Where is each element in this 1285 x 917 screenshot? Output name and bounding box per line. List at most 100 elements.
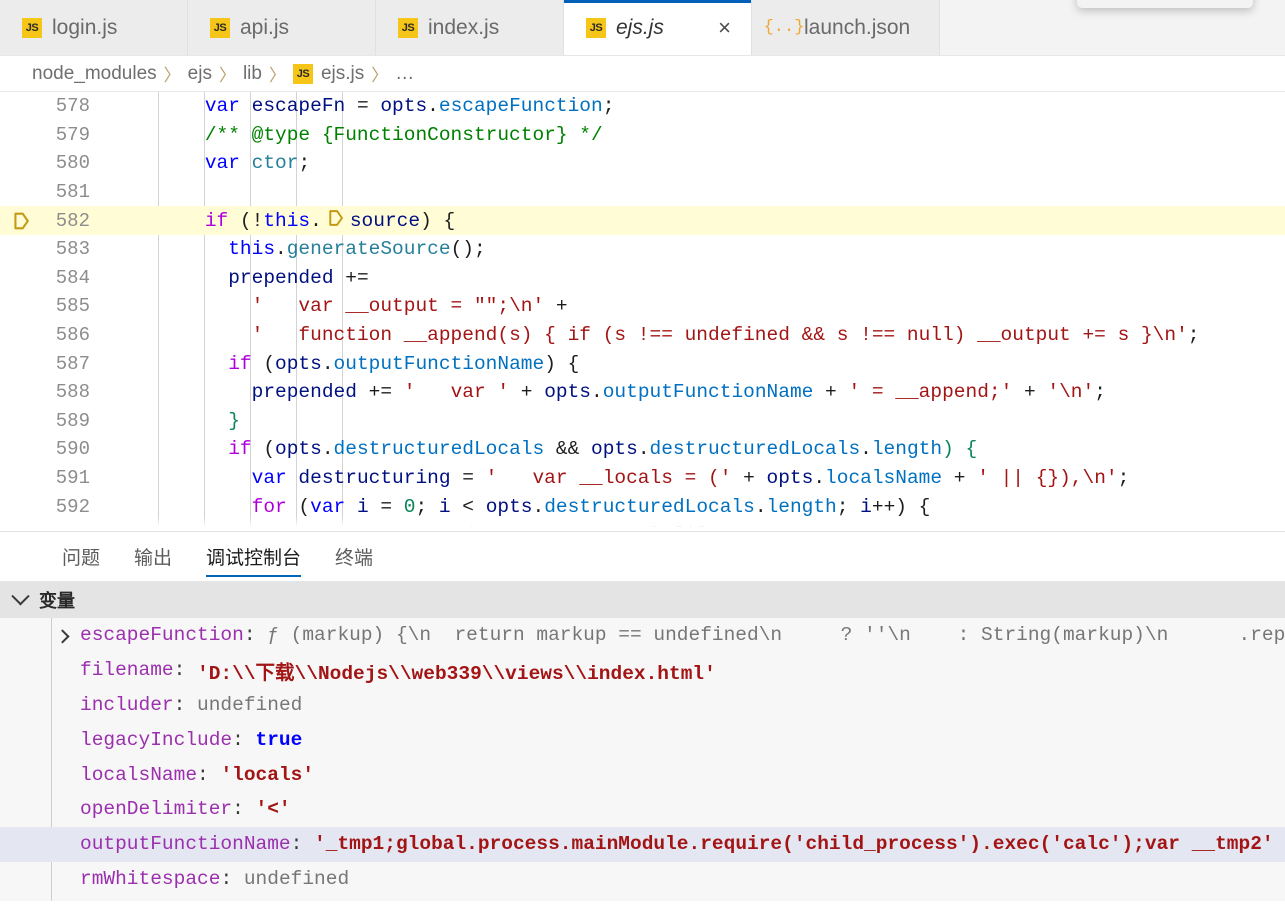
editor-tab-ejs-js[interactable]: JS ejs.js × xyxy=(564,0,752,55)
variable-value: undefined xyxy=(243,867,350,890)
panel-tab-1[interactable]: 输出 xyxy=(134,532,172,582)
breadcrumb-separator-icon: 〉 xyxy=(268,66,286,85)
variable-row[interactable]: localsName: 'locals' xyxy=(0,757,1285,792)
tab-label: api.js xyxy=(240,15,290,39)
line-number-gutter[interactable]: 587 xyxy=(0,353,112,375)
code-token: } xyxy=(228,409,240,432)
breadcrumb-item-node_modules[interactable]: node_modules xyxy=(32,63,157,85)
line-number-gutter[interactable]: 579 xyxy=(0,124,112,146)
code-line[interactable]: 587 if (opts.outputFunctionName) { xyxy=(0,349,1285,378)
panel-tab-0[interactable]: 问题 xyxy=(62,532,100,582)
code-line[interactable]: 578 var escapeFn = opts.escapeFunction; xyxy=(0,92,1285,121)
panel-tab-2[interactable]: 调试控制台 xyxy=(206,532,302,582)
panel-tab-bar: 问题 输出 调试控制台 终端 xyxy=(0,532,1285,582)
breadcrumb-item-ejs-js[interactable]: JS ejs.js xyxy=(292,63,364,85)
variable-value: 'D:\\下载\\Nodejs\\web339\\views\\index.ht… xyxy=(197,662,716,685)
variable-row[interactable]: includer: undefined xyxy=(0,688,1285,723)
code-token: prepended xyxy=(228,266,334,289)
line-number: 579 xyxy=(55,123,90,146)
code-token: ' || {}),\n' xyxy=(977,467,1118,490)
line-number-gutter[interactable]: 581 xyxy=(0,181,112,203)
variable-separator: : xyxy=(197,763,221,786)
code-token: ' = __append;' xyxy=(848,381,1013,404)
code-line[interactable]: 586 ' function __append(s) { if (s !== u… xyxy=(0,321,1285,350)
chevron-right-icon[interactable] xyxy=(55,629,70,644)
variable-value: '_tmp1;global.process.mainModule.require… xyxy=(314,833,1274,856)
breadcrumb-item-lib[interactable]: lib xyxy=(243,63,262,85)
code-line[interactable]: 582 if (!this. source) { xyxy=(0,206,1285,235)
code-line[interactable]: 591 var destructuring = ' var __locals =… xyxy=(0,464,1285,493)
variable-row[interactable]: escapeFunction: ƒ (markup) {\n return ma… xyxy=(0,618,1285,653)
line-number-gutter[interactable]: 578 xyxy=(0,95,112,117)
code-line[interactable]: 584 prepended += xyxy=(0,264,1285,293)
code-text: if (opts.outputFunctionName) { xyxy=(112,353,1285,375)
code-line[interactable]: 579 /** @type {FunctionConstructor} */ xyxy=(0,121,1285,150)
line-number: 583 xyxy=(55,238,90,261)
variable-row[interactable]: filename: 'D:\\下载\\Nodejs\\web339\\views… xyxy=(0,653,1285,688)
line-number-gutter[interactable]: 583 xyxy=(0,238,112,260)
code-token: var xyxy=(204,95,240,118)
code-line[interactable]: 592 for (var i = 0; i < opts.destructure… xyxy=(0,492,1285,521)
code-token: . xyxy=(637,438,650,461)
vscode-window: JS login.js JS api.js JS index.js JS ejs.js × {..… xyxy=(0,0,1285,917)
editor-tab-login-js[interactable]: JS login.js xyxy=(0,0,188,55)
line-number-gutter[interactable]: 584 xyxy=(0,267,112,289)
js-file-icon: JS xyxy=(292,63,313,84)
variable-value: undefined xyxy=(197,693,303,716)
floating-debug-toolbar[interactable] xyxy=(1077,0,1253,8)
variable-row[interactable]: openDelimiter: '<' xyxy=(0,792,1285,827)
code-line[interactable]: 590 if (opts.destructuredLocals && opts.… xyxy=(0,435,1285,464)
code-line[interactable]: 585 ' var __output = "";\n' + xyxy=(0,292,1285,321)
line-number-gutter[interactable]: 590 xyxy=(0,438,112,460)
code-token: ! xyxy=(251,209,264,232)
code-token: . xyxy=(310,209,322,232)
code-token: . xyxy=(860,438,872,461)
line-number-gutter[interactable]: 593 xyxy=(0,524,112,531)
breadcrumb-item-…[interactable]: … xyxy=(395,63,414,85)
code-token: . xyxy=(451,524,463,531)
code-line[interactable]: 593 var name = opts.destructuredLocals[i… xyxy=(0,521,1285,531)
editor-tab-index-js[interactable]: JS index.js xyxy=(376,0,564,55)
line-number-gutter[interactable]: 592 xyxy=(0,496,112,518)
line-number-gutter[interactable]: 580 xyxy=(0,152,112,174)
line-number: 584 xyxy=(55,266,90,289)
variable-row[interactable]: rmWhitespace: undefined xyxy=(0,862,1285,897)
variable-row[interactable]: root: undefined xyxy=(0,896,1285,901)
breadcrumb-item-ejs[interactable]: ejs xyxy=(188,63,212,85)
code-token: generateSource xyxy=(286,238,451,261)
line-number-gutter[interactable]: 585 xyxy=(0,295,112,317)
code-token: . xyxy=(321,438,334,461)
code-line[interactable]: 581 xyxy=(0,178,1285,207)
code-token: = xyxy=(380,495,404,518)
editor-tab-bar: JS login.js JS api.js JS index.js JS ejs.js × {..… xyxy=(0,0,1285,56)
editor-tab-launch-json[interactable]: {..} launch.json xyxy=(752,0,940,55)
line-number-gutter[interactable]: 589 xyxy=(0,410,112,432)
variables-list[interactable]: escapeFunction: ƒ (markup) {\n return ma… xyxy=(0,618,1285,901)
code-line[interactable]: 583 this.generateSource(); xyxy=(0,235,1285,264)
line-number-gutter[interactable]: 582 xyxy=(0,210,112,232)
variable-row[interactable]: outputFunctionName: '_tmp1;global.proces… xyxy=(0,826,1285,862)
variable-name: localsName xyxy=(80,763,198,786)
variables-section-header[interactable]: 变量 xyxy=(0,582,1285,618)
code-token: if xyxy=(228,352,252,375)
close-icon[interactable]: × xyxy=(696,16,731,39)
code-line[interactable]: 580 var ctor; xyxy=(0,149,1285,178)
code-token: ; xyxy=(602,95,615,118)
panel-tab-3[interactable]: 终端 xyxy=(335,532,373,582)
code-token: if xyxy=(204,209,229,232)
code-token: ( xyxy=(251,438,276,461)
code-editor[interactable]: 578 var escapeFn = opts.escapeFunction; 5… xyxy=(0,92,1285,531)
line-number-gutter[interactable]: 591 xyxy=(0,467,112,489)
line-number-gutter[interactable]: 586 xyxy=(0,324,112,346)
code-token: opts xyxy=(544,381,592,404)
editor-tab-api-js[interactable]: JS api.js xyxy=(188,0,376,55)
code-line[interactable]: 589 } xyxy=(0,407,1285,436)
line-number-gutter[interactable]: 588 xyxy=(0,381,112,403)
variable-name: includer xyxy=(80,693,174,716)
line-number: 582 xyxy=(55,209,90,232)
code-line[interactable]: 588 prepended += ' var ' + opts.outputFu… xyxy=(0,378,1285,407)
variable-row[interactable]: legacyInclude: true xyxy=(0,722,1285,757)
inline-debug-stackframe-arrow-icon xyxy=(322,209,350,232)
code-text: /** @type {FunctionConstructor} */ xyxy=(112,124,1285,146)
